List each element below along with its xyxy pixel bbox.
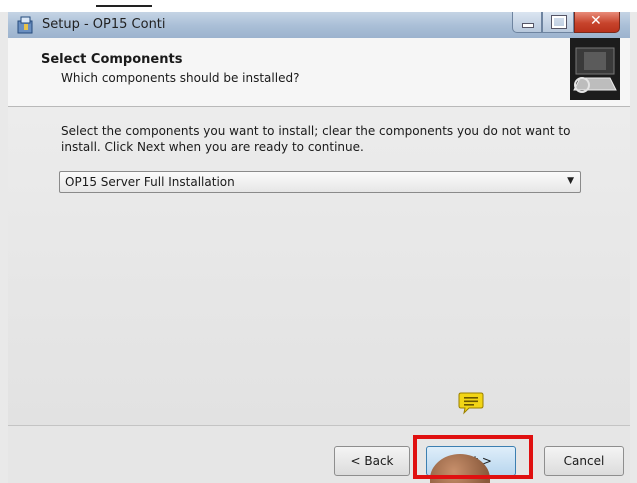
minimize-icon	[522, 23, 534, 28]
wizard-header: Select Components Which components shoul…	[8, 38, 630, 107]
window-controls: ✕	[512, 12, 620, 33]
wizard-content: Select the components you want to instal…	[8, 107, 630, 425]
cancel-button[interactable]: Cancel	[544, 446, 624, 476]
next-button-highlight	[413, 435, 533, 479]
components-dropdown-value: OP15 Server Full Installation	[65, 175, 235, 189]
note-comment-icon[interactable]	[458, 391, 484, 415]
setup-app-icon	[17, 16, 33, 34]
chevron-down-icon[interactable]: ▼	[567, 176, 574, 186]
top-border	[0, 0, 637, 12]
close-button[interactable]: ✕	[574, 12, 620, 33]
minimize-button[interactable]	[512, 12, 542, 33]
window-title: Setup - OP15 Conti	[42, 17, 166, 32]
close-icon: ✕	[590, 13, 602, 29]
instructions-text: Select the components you want to instal…	[61, 124, 571, 154]
page-subtitle: Which components should be installed?	[61, 71, 300, 85]
back-button[interactable]: < Back	[334, 446, 410, 476]
wizard-computer-icon	[570, 38, 620, 100]
photo-frame: Setup - OP15 Conti ✕ Select Components W…	[0, 0, 637, 483]
top-border-mark	[96, 5, 152, 7]
components-dropdown[interactable]: OP15 Server Full Installation ▼	[59, 171, 581, 193]
wizard-footer: < Back Next > Cancel	[8, 426, 630, 483]
title-bar[interactable]: Setup - OP15 Conti ✕	[8, 12, 630, 38]
maximize-icon	[551, 15, 567, 29]
maximize-button[interactable]	[542, 12, 574, 33]
page-title: Select Components	[41, 52, 183, 67]
